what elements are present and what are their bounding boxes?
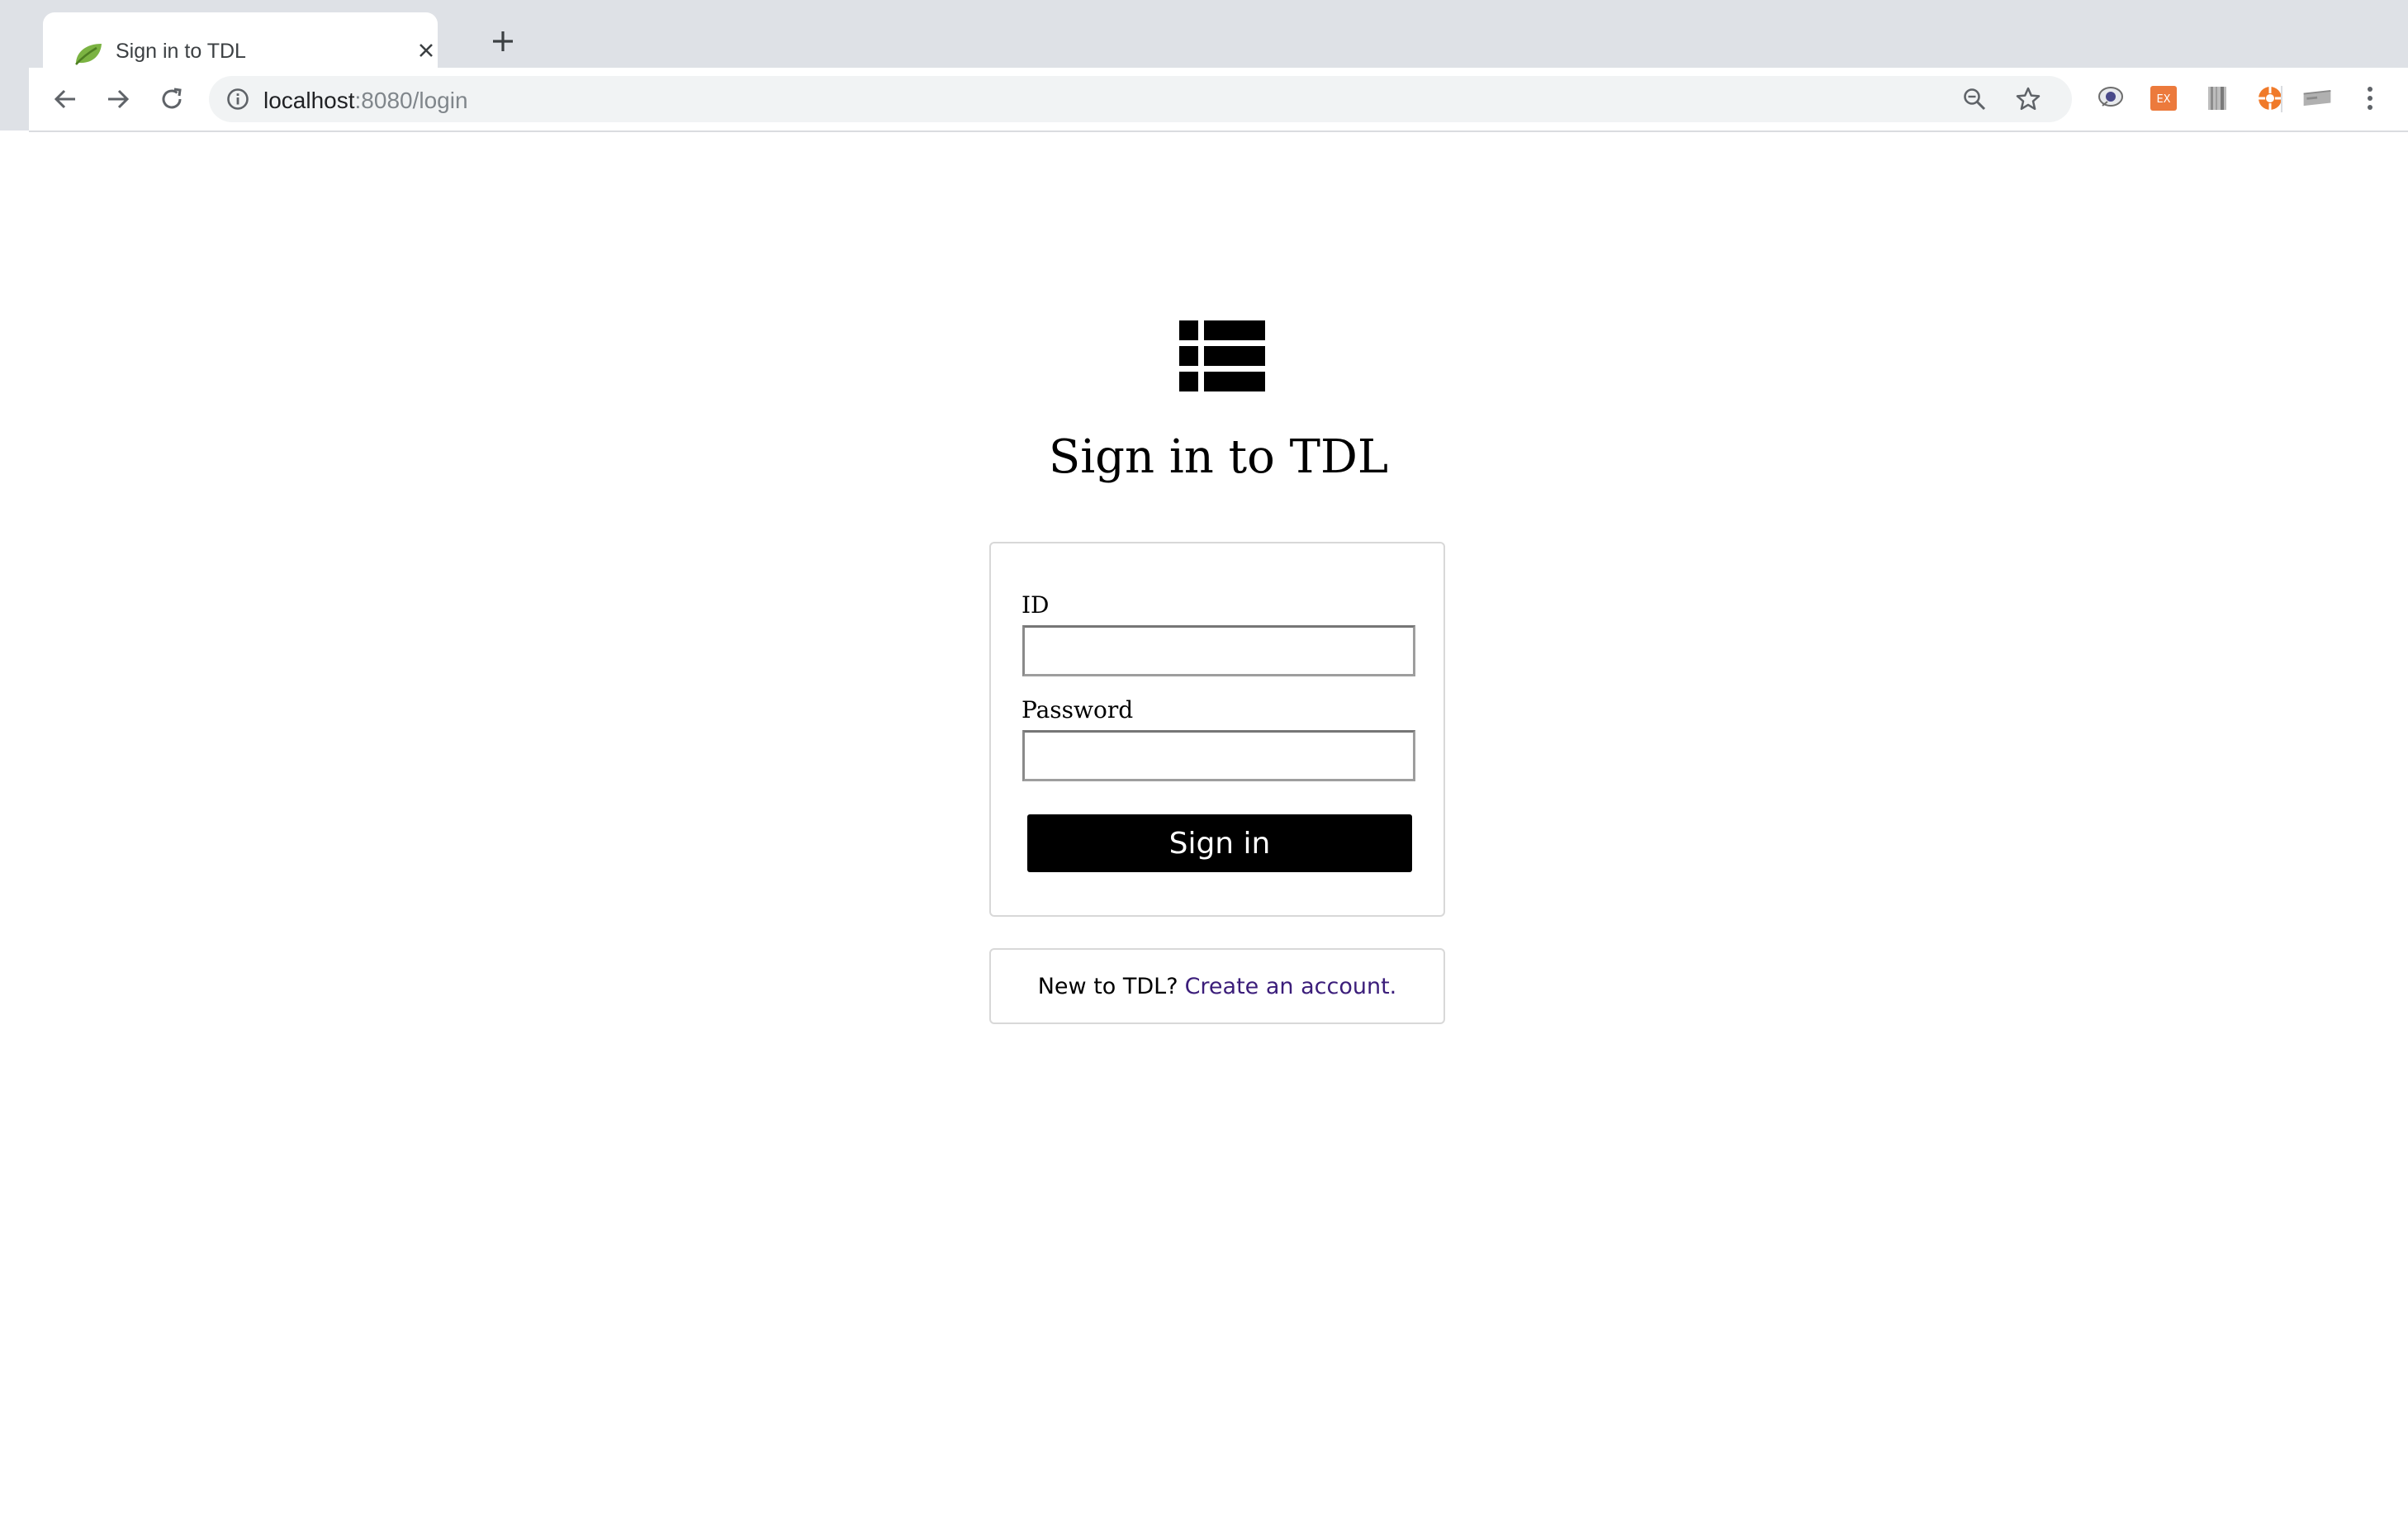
ex-extension-icon: EX [2150, 86, 2177, 111]
info-icon[interactable] [225, 87, 250, 111]
browser-menu-button[interactable] [2356, 82, 2384, 115]
arrow-left-icon [54, 89, 75, 109]
signup-callout: New to TDL? Create an account. [989, 948, 1445, 1024]
forward-button[interactable] [100, 81, 136, 117]
eye-extension-icon [2098, 87, 2123, 107]
login-form: ID Password Sign in [989, 542, 1445, 917]
url-path: :8080/login [354, 88, 468, 113]
address-bar[interactable]: localhost:8080/login [209, 76, 2072, 122]
browser-window: Sign in to TDL localhost:8080/login EX S… [0, 0, 2408, 1523]
tab-close-icon[interactable] [414, 38, 438, 63]
card-extension-icon [2303, 90, 2331, 107]
new-tab-button[interactable] [488, 26, 518, 56]
barcode-extension-button[interactable] [2201, 82, 2234, 115]
sign-in-button[interactable]: Sign in [1027, 814, 1412, 872]
back-button[interactable] [47, 81, 83, 117]
id-input[interactable] [1022, 625, 1415, 676]
ex-extension-button[interactable]: EX [2147, 82, 2180, 115]
star-icon [2016, 87, 2041, 111]
spring-leaf-icon [75, 44, 102, 65]
reload-button[interactable] [154, 81, 190, 117]
page-content: Sign in to TDL ID Password Sign in New t… [29, 132, 2408, 1523]
plus-icon [493, 31, 513, 51]
kebab-menu-icon [2368, 87, 2372, 110]
tab-active[interactable]: Sign in to TDL [43, 12, 438, 68]
zoom-button[interactable] [1960, 85, 1988, 113]
url-host: localhost [263, 88, 355, 113]
window-edge [0, 0, 29, 130]
barcode-extension-icon [2208, 87, 2226, 110]
password-label: Password [1022, 696, 1134, 724]
url-text[interactable]: localhost:8080/login [263, 88, 468, 114]
bookmark-button[interactable] [2014, 85, 2042, 113]
tab-strip: Sign in to TDL [29, 0, 2408, 68]
card-extension-button[interactable] [2301, 82, 2334, 115]
password-input[interactable] [1022, 730, 1415, 781]
eye-extension-button[interactable] [2094, 82, 2127, 115]
reload-icon [162, 88, 182, 109]
page-title: Sign in to TDL [1048, 430, 1389, 484]
zoom-out-icon [1964, 88, 1986, 111]
ex-extension-label: EX [2156, 93, 2170, 106]
table-list-icon [1179, 320, 1265, 391]
tab-title: Sign in to TDL [116, 40, 246, 63]
toolbar-separator [2281, 86, 2282, 112]
create-account-link[interactable]: Create an account. [1185, 974, 1397, 999]
arrow-right-icon [108, 89, 130, 109]
toolbar: localhost:8080/login EX [29, 68, 2408, 132]
signup-prompt: New to TDL? [1037, 973, 1178, 999]
id-label: ID [1022, 591, 1050, 619]
